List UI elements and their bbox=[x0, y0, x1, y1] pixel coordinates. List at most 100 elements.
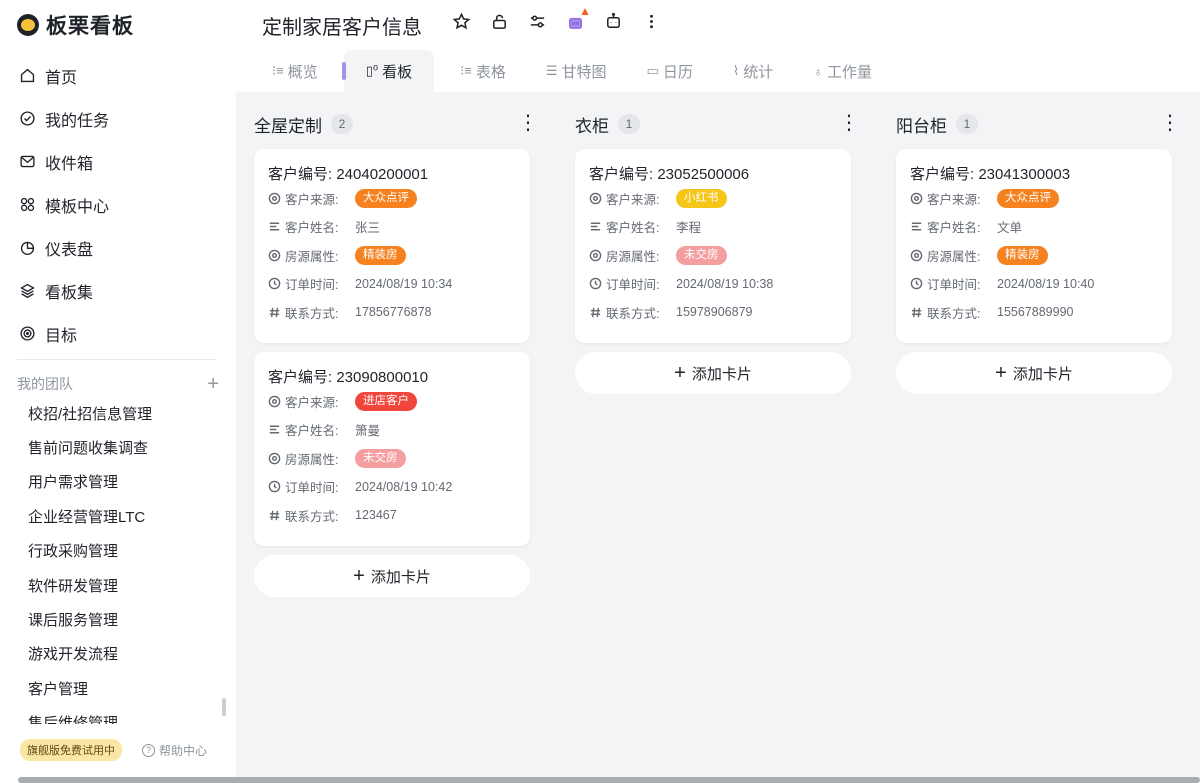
team-item[interactable]: 售后维修管理 bbox=[0, 706, 236, 724]
team-item[interactable]: 行政采购管理 bbox=[0, 534, 236, 568]
team-item[interactable]: 客户管理 bbox=[0, 671, 236, 705]
settings-button[interactable] bbox=[526, 10, 548, 32]
field-label: 房源属性: bbox=[285, 452, 339, 467]
customer-card[interactable]: 客户编号: 23052500006 客户来源: 小红书 客户姓名: 李程 房源属… bbox=[575, 149, 851, 343]
column-more-icon[interactable]: ⋮ bbox=[839, 112, 859, 134]
customer-card[interactable]: 客户编号: 24040200001 客户来源: 大众点评 客户姓名: 张三 房源… bbox=[254, 149, 530, 343]
robot-button[interactable] bbox=[602, 10, 624, 32]
radio-field-icon bbox=[589, 249, 602, 262]
nav-item-templates[interactable]: 模板中心 bbox=[0, 183, 236, 226]
sidebar: 板栗看板 首页 我的任务 收件箱 模板中心 仪表盘 看板集 目标 我的团队 + … bbox=[0, 0, 236, 783]
customer-card[interactable]: 客户编号: 23090800010 客户来源: 进店客户 客户姓名: 箫曼 房源… bbox=[254, 352, 530, 546]
team-item[interactable]: 企业经营管理LTC bbox=[0, 499, 236, 533]
view-tabs: ⁝≡ 概览 ▯⁰ 看板 ⁝≡ 表格 ☰ 甘特图 ▭ 日历 ⌇ 统计 ♁ 工作量 bbox=[272, 50, 912, 92]
calendar-icon: ▭ bbox=[646, 63, 659, 78]
field-label: 客户来源: bbox=[285, 192, 339, 207]
source-tag: 大众点评 bbox=[355, 188, 417, 208]
field-label: 客户来源: bbox=[285, 395, 339, 410]
nav-item-label: 仪表盘 bbox=[45, 241, 94, 259]
tab-label: 工作量 bbox=[826, 63, 872, 81]
field-value: 2024/08/19 10:34 bbox=[355, 276, 453, 291]
column-count-badge: 1 bbox=[956, 114, 978, 134]
team-item[interactable]: 游戏开发流程 bbox=[0, 637, 236, 671]
nav-item-label: 目标 bbox=[45, 327, 78, 345]
nav-item-board-sets[interactable]: 看板集 bbox=[0, 269, 236, 312]
field-label: 客户姓名: bbox=[927, 221, 981, 236]
nav-item-label: 看板集 bbox=[45, 284, 94, 302]
list-icon: ⁝≡ bbox=[272, 63, 284, 78]
trial-badge[interactable]: 旗舰版免费试用中 bbox=[20, 739, 122, 761]
radio-field-icon bbox=[910, 249, 923, 262]
kanban-icon: ▯⁰ bbox=[365, 63, 379, 78]
tab-overview[interactable]: ⁝≡ 概览 bbox=[272, 50, 318, 92]
lock-button[interactable] bbox=[488, 10, 510, 32]
field-value: 2024/08/19 10:42 bbox=[355, 479, 453, 494]
tab-kanban[interactable]: ▯⁰ 看板 bbox=[341, 50, 435, 92]
layers-icon bbox=[18, 282, 36, 300]
team-item[interactable]: 软件研发管理 bbox=[0, 568, 236, 602]
team-list[interactable]: 校招/社招信息管理 售前问题收集调查 用户需求管理 企业经营管理LTC 行政采购… bbox=[0, 396, 236, 724]
tab-gantt[interactable]: ☰ 甘特图 bbox=[546, 50, 607, 92]
nav-item-label: 首页 bbox=[45, 69, 78, 87]
add-card-label: 添加卡片 bbox=[1012, 365, 1073, 383]
nav-item-label: 模板中心 bbox=[45, 198, 110, 216]
brand-name: 板栗看板 bbox=[46, 15, 134, 38]
card-title: 客户编号: 24040200001 bbox=[268, 165, 429, 183]
horizontal-scrollbar[interactable] bbox=[18, 777, 1200, 783]
dashboard-icon bbox=[18, 239, 36, 257]
tab-table[interactable]: ⁝≡ 表格 bbox=[460, 50, 506, 92]
tab-calendar[interactable]: ▭ 日历 bbox=[647, 50, 693, 92]
field-label: 房源属性: bbox=[927, 249, 981, 264]
nav-item-my-tasks[interactable]: 我的任务 bbox=[0, 97, 236, 140]
hash-icon bbox=[910, 306, 923, 319]
property-tag: 精装房 bbox=[997, 245, 1048, 265]
help-center-link[interactable]: ? 帮助中心 bbox=[142, 742, 207, 759]
column-more-icon[interactable]: ⋮ bbox=[518, 112, 538, 134]
clock-icon bbox=[589, 277, 602, 290]
nav-item-goals[interactable]: 目标 bbox=[0, 312, 236, 355]
field-value: 文单 bbox=[997, 221, 1023, 236]
team-item[interactable]: 课后服务管理 bbox=[0, 602, 236, 636]
field-label: 客户姓名: bbox=[606, 221, 660, 236]
card-field-source: 客户来源: 大众点评 bbox=[910, 184, 1158, 213]
clock-icon bbox=[910, 277, 923, 290]
add-card-button[interactable]: + 添加卡片 bbox=[575, 352, 851, 394]
field-label: 房源属性: bbox=[606, 249, 660, 264]
field-label: 客户来源: bbox=[927, 192, 981, 207]
clock-icon bbox=[268, 480, 281, 493]
tab-label: 表格 bbox=[475, 63, 506, 81]
team-item[interactable]: 校招/社招信息管理 bbox=[0, 396, 236, 430]
field-label: 联系方式: bbox=[606, 306, 660, 321]
plugin-button[interactable]: ▲ bbox=[564, 4, 591, 32]
team-item[interactable]: 售前问题收集调查 bbox=[0, 430, 236, 464]
home-icon bbox=[18, 67, 36, 85]
sidebar-scrollbar[interactable] bbox=[222, 698, 226, 716]
column-header: 衣柜 1 ⋮ bbox=[575, 108, 859, 140]
brand[interactable]: 板栗看板 bbox=[17, 10, 134, 40]
nav-item-dashboard[interactable]: 仪表盘 bbox=[0, 226, 236, 269]
column-more-icon[interactable]: ⋮ bbox=[1160, 112, 1180, 134]
card-field-name: 客户姓名: 李程 bbox=[589, 213, 837, 242]
hash-icon bbox=[268, 306, 281, 319]
radio-field-icon bbox=[268, 192, 281, 205]
nav-item-inbox[interactable]: 收件箱 bbox=[0, 140, 236, 183]
field-label: 联系方式: bbox=[285, 509, 339, 524]
tab-label: 日历 bbox=[662, 63, 693, 81]
field-label: 订单时间: bbox=[285, 278, 339, 293]
tab-workload[interactable]: ♁ 工作量 bbox=[813, 50, 872, 92]
tab-statistics[interactable]: ⌇ 统计 bbox=[733, 50, 773, 92]
more-button[interactable] bbox=[640, 10, 662, 32]
nav-item-home[interactable]: 首页 bbox=[0, 54, 236, 97]
people-icon: ♁ bbox=[813, 63, 823, 79]
add-card-button[interactable]: + 添加卡片 bbox=[254, 555, 530, 597]
customer-card[interactable]: 客户编号: 23041300003 客户来源: 大众点评 客户姓名: 文单 房源… bbox=[896, 149, 1172, 343]
gantt-icon: ☰ bbox=[545, 63, 558, 78]
field-label: 客户姓名: bbox=[285, 424, 339, 439]
card-field-property: 房源属性: 未交房 bbox=[589, 241, 837, 270]
add-team-button[interactable]: + bbox=[207, 374, 219, 394]
field-label: 订单时间: bbox=[285, 481, 339, 496]
add-card-button[interactable]: + 添加卡片 bbox=[896, 352, 1172, 394]
team-item[interactable]: 用户需求管理 bbox=[0, 465, 236, 499]
star-button[interactable] bbox=[450, 10, 472, 32]
text-field-icon bbox=[910, 220, 923, 233]
